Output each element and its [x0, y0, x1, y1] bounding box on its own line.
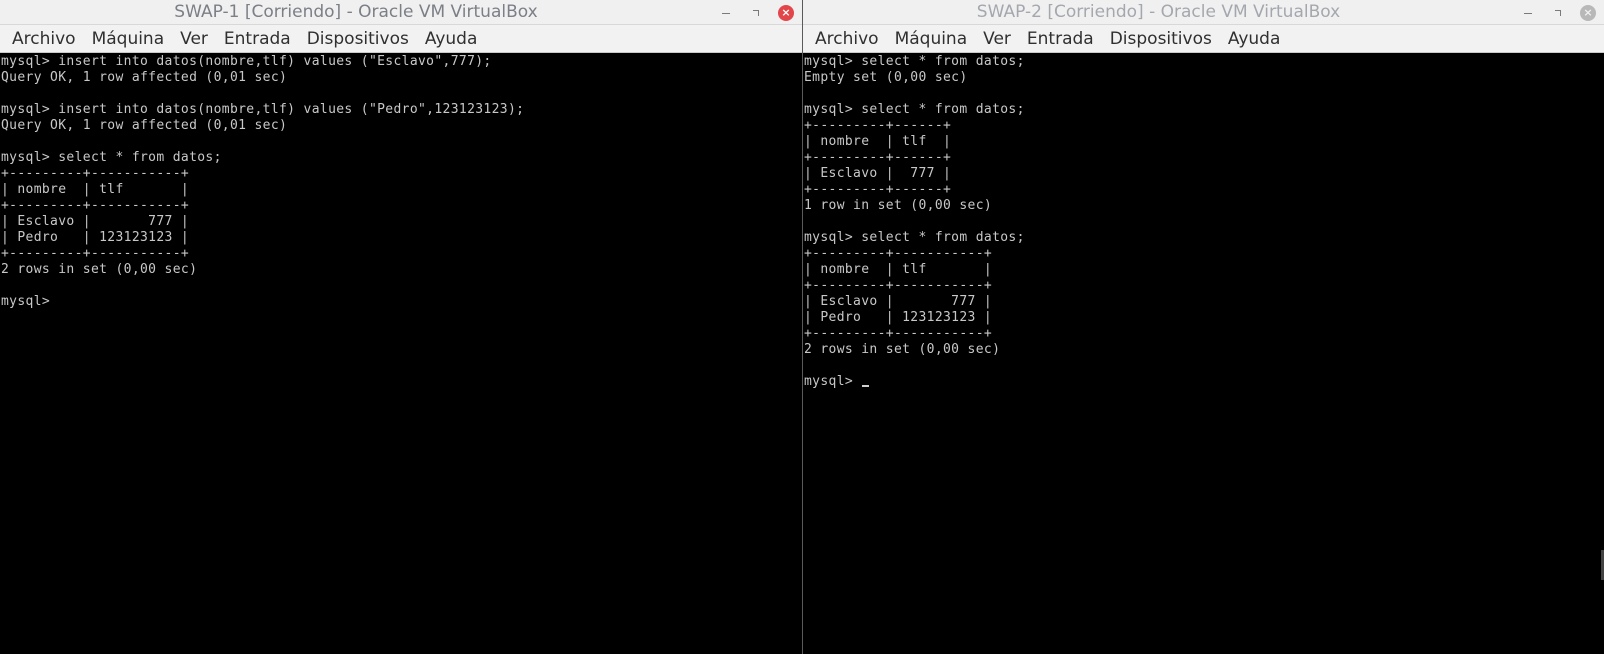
menu-archivo[interactable]: Archivo [807, 26, 887, 52]
window-title: SWAP-2 [Corriendo] - Oracle VM VirtualBo… [976, 2, 1341, 22]
window-titlebar[interactable]: SWAP-2 [Corriendo] - Oracle VM VirtualBo… [803, 0, 1604, 25]
menu-ayuda[interactable]: Ayuda [1220, 26, 1289, 52]
vm-console-screen[interactable]: mysql> select * from datos; Empty set (0… [803, 54, 1604, 654]
minimize-icon[interactable] [1520, 5, 1536, 21]
console-output: mysql> select * from datos; Empty set (0… [804, 54, 1604, 390]
menu-dispositivos[interactable]: Dispositivos [299, 26, 417, 52]
vm-window-swap-2[interactable]: SWAP-2 [Corriendo] - Oracle VM VirtualBo… [802, 0, 1604, 654]
menu-dispositivos[interactable]: Dispositivos [1102, 26, 1220, 52]
console-text: mysql> select * from datos; Empty set (0… [804, 54, 1025, 389]
menu-archivo[interactable]: Archivo [4, 26, 84, 52]
close-icon[interactable]: × [1580, 4, 1596, 21]
vm-window-swap-1[interactable]: SWAP-1 [Corriendo] - Oracle VM VirtualBo… [0, 0, 802, 654]
menubar: Archivo Máquina Ver Entrada Dispositivos… [803, 25, 1604, 53]
maximize-icon[interactable] [748, 5, 764, 21]
window-controls: × [718, 0, 794, 25]
console-output: mysql> insert into datos(nombre,tlf) val… [1, 54, 525, 309]
minimize-icon[interactable] [718, 5, 734, 21]
menu-entrada[interactable]: Entrada [1019, 26, 1102, 52]
menu-maquina[interactable]: Máquina [887, 26, 976, 52]
close-icon[interactable]: × [778, 4, 794, 21]
vm-console-screen[interactable]: mysql> insert into datos(nombre,tlf) val… [0, 54, 802, 654]
menubar: Archivo Máquina Ver Entrada Dispositivos… [0, 25, 802, 53]
menu-maquina[interactable]: Máquina [84, 26, 173, 52]
menu-entrada[interactable]: Entrada [216, 26, 299, 52]
window-title: SWAP-1 [Corriendo] - Oracle VM VirtualBo… [174, 2, 538, 22]
desktop: SWAP-1 [Corriendo] - Oracle VM VirtualBo… [0, 0, 1604, 654]
menu-ver[interactable]: Ver [975, 26, 1019, 52]
window-controls: × [1520, 0, 1596, 25]
maximize-icon[interactable] [1550, 5, 1566, 21]
text-cursor [862, 385, 870, 387]
window-titlebar[interactable]: SWAP-1 [Corriendo] - Oracle VM VirtualBo… [0, 0, 802, 25]
menu-ayuda[interactable]: Ayuda [417, 26, 486, 52]
menu-ver[interactable]: Ver [172, 26, 216, 52]
